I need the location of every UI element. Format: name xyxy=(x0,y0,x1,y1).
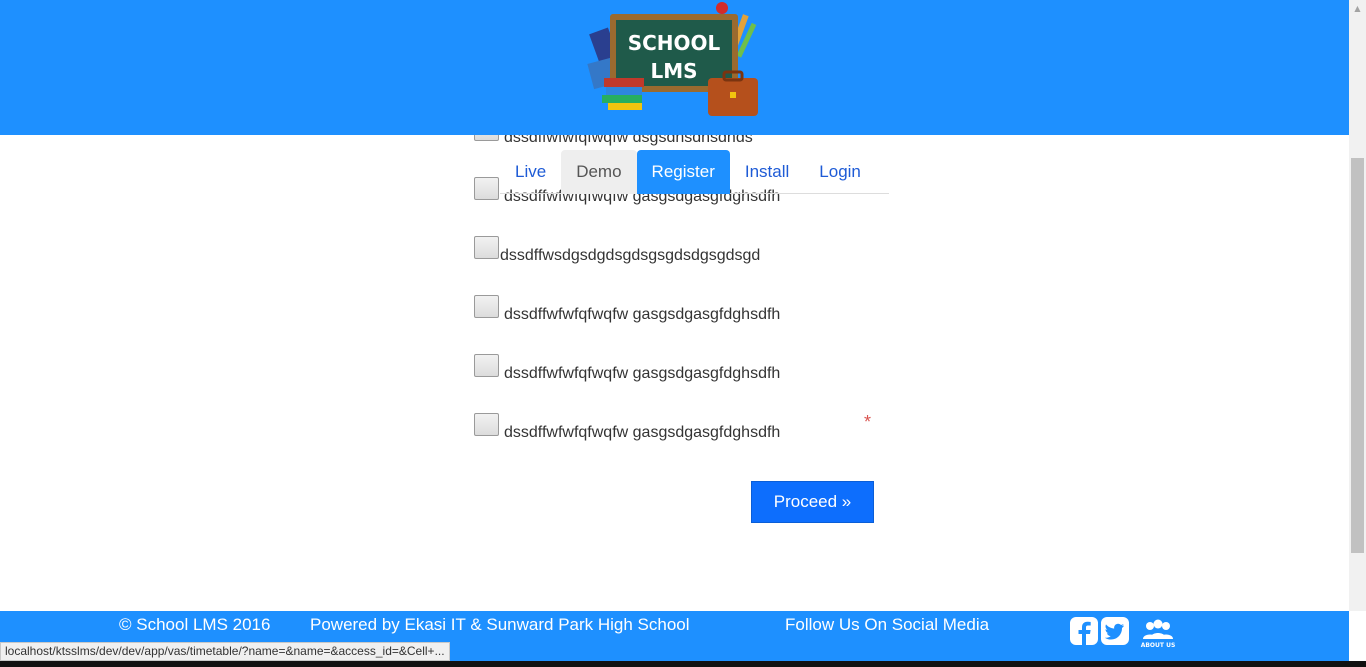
option-item: dssdffwfwfqfwqfw gasgsdgasgfdghsdfh xyxy=(474,413,780,443)
scroll-thumb[interactable] xyxy=(1351,158,1364,553)
option-label: dssdffwfwfqfwqfw gasgsdgasgfdghsdfh xyxy=(504,365,781,382)
twitter-icon[interactable] xyxy=(1100,616,1130,646)
nav-tab-register[interactable]: Register xyxy=(636,150,730,194)
logo-text-line1: SCHOOL xyxy=(628,31,721,55)
footer-copyright: © School LMS 2016 xyxy=(119,615,271,634)
option-label: dssdffwfwfqfwqfw gasgsdgasgfdghsdfh xyxy=(504,424,781,441)
facebook-icon[interactable] xyxy=(1069,616,1099,646)
about-us-icon[interactable]: ABOUT US xyxy=(1140,615,1176,651)
about-us-label: ABOUT US xyxy=(1141,642,1176,649)
option-label: dssdffwsdgsdgdsgdsgsgdsdgsgdsgd xyxy=(500,247,761,264)
nav-tab-login[interactable]: Login xyxy=(804,150,876,194)
option-item: dssdffwfwfqfwqfw gasgsdgasgfdghsdfh xyxy=(474,295,780,325)
option-checkbox[interactable] xyxy=(474,295,499,318)
nav-tab-demo[interactable]: Demo xyxy=(561,150,637,194)
scroll-up-arrow-icon[interactable]: ▲ xyxy=(1349,0,1366,17)
option-checkbox[interactable] xyxy=(474,413,499,436)
footer-powered-by: Powered by Ekasi IT & Sunward Park High … xyxy=(310,615,690,634)
footer-follow-us: Follow Us On Social Media xyxy=(785,615,990,634)
main-nav: Live Demo Register Install Login xyxy=(500,150,889,194)
nav-tab-live[interactable]: Live xyxy=(500,150,561,194)
option-checkbox[interactable] xyxy=(474,236,499,259)
option-checkbox[interactable] xyxy=(474,354,499,377)
option-checkbox[interactable] xyxy=(474,177,499,200)
taskbar-edge xyxy=(0,661,1366,667)
header: SCHOOL LMS xyxy=(0,0,1349,135)
option-label: dssdffwfwfqfwqfw gasgsdgasgfdghsdfh xyxy=(504,306,781,323)
nav-tab-install[interactable]: Install xyxy=(730,150,804,194)
page: SCHOOL LMS Live Demo Register Install Lo… xyxy=(0,0,1366,667)
required-marker: * xyxy=(864,412,872,432)
school-lms-logo[interactable]: SCHOOL LMS xyxy=(586,2,762,120)
option-item: dssdffwsdgsdgdsgdsgsgdsdgsgdsgd xyxy=(474,236,760,266)
browser-status-url: localhost/ktsslms/dev/dev/app/vas/timeta… xyxy=(0,642,450,661)
proceed-button[interactable]: Proceed » xyxy=(751,481,874,523)
option-item: dssdffwfwfqfwqfw gasgsdgasgfdghsdfh xyxy=(474,354,780,384)
vertical-scrollbar[interactable]: ▲ xyxy=(1349,0,1366,611)
logo-text-line2: LMS xyxy=(650,59,697,83)
